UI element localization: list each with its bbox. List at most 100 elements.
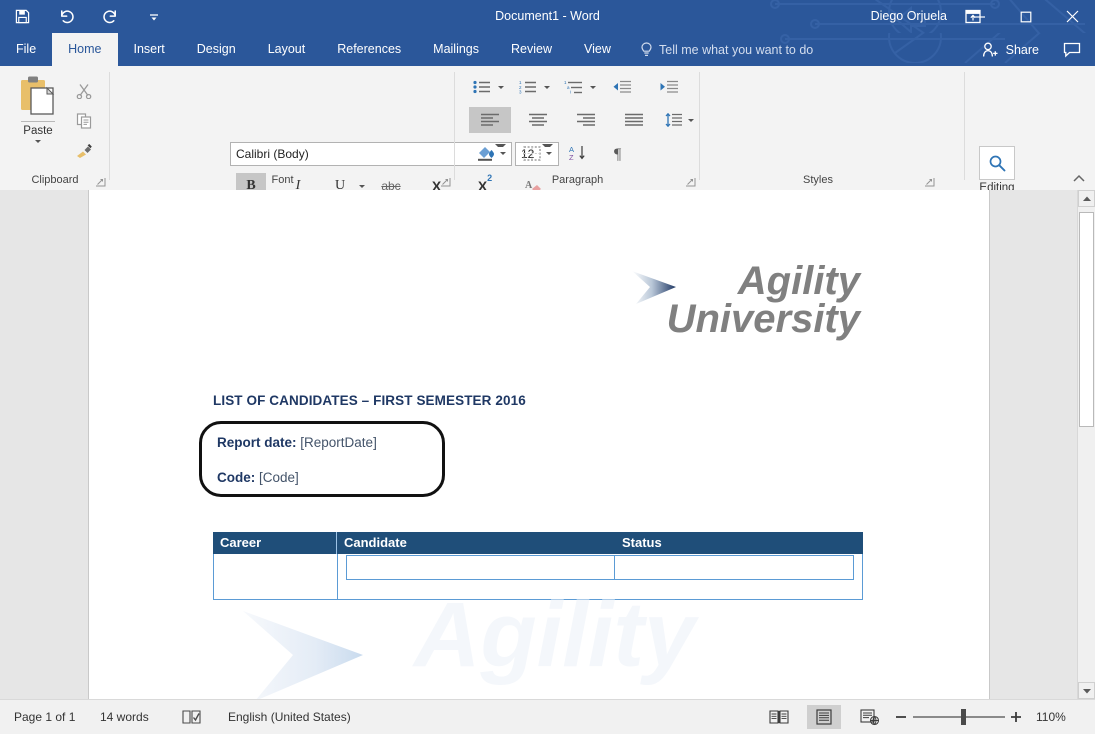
paste-dropdown-caret[interactable] xyxy=(35,140,41,143)
decrease-indent-icon xyxy=(613,80,631,93)
cut-button[interactable] xyxy=(70,78,98,104)
zoom-in-button[interactable] xyxy=(1008,709,1024,725)
borders-caret[interactable] xyxy=(543,140,555,166)
title-bar: Document1 - Word Diego Orjuela xyxy=(0,0,1095,33)
numbering-button[interactable]: 123 xyxy=(513,74,543,100)
table-cell-career[interactable] xyxy=(214,554,338,599)
word-count[interactable]: 14 words xyxy=(100,700,149,734)
group-label-font: Font xyxy=(271,174,294,186)
tab-mailings[interactable]: Mailings xyxy=(417,33,495,66)
report-date-value[interactable]: [ReportDate] xyxy=(300,435,377,450)
zoom-slider-track[interactable] xyxy=(913,716,1005,718)
copy-button[interactable] xyxy=(70,108,98,134)
show-formatting-marks-button[interactable]: ¶ xyxy=(605,140,635,166)
info-callout-box[interactable]: Report date: [ReportDate] Code: [Code] xyxy=(199,421,445,497)
tab-file[interactable]: File xyxy=(0,33,52,66)
read-mode-icon xyxy=(769,710,789,724)
multilevel-list-caret[interactable] xyxy=(587,74,599,100)
paste-button[interactable]: Paste xyxy=(10,74,66,162)
table-cell-group[interactable] xyxy=(338,554,862,599)
document-heading[interactable]: LIST OF CANDIDATES – FIRST SEMESTER 2016 xyxy=(213,393,526,408)
format-painter-button[interactable] xyxy=(70,138,98,164)
lightbulb-icon xyxy=(641,41,652,56)
table-cell-status[interactable] xyxy=(614,555,854,580)
view-read-mode-button[interactable] xyxy=(762,705,796,729)
vertical-scrollbar[interactable] xyxy=(1077,190,1095,699)
scroll-down-button[interactable] xyxy=(1078,682,1095,699)
line-spacing-caret[interactable] xyxy=(685,107,697,133)
share-button[interactable]: Share xyxy=(982,33,1039,66)
logo-text: Agility University xyxy=(667,261,860,339)
tab-view[interactable]: View xyxy=(568,33,627,66)
candidates-table[interactable]: Career Candidate Status xyxy=(213,532,863,600)
tab-review[interactable]: Review xyxy=(495,33,568,66)
zoom-slider-thumb[interactable] xyxy=(961,709,966,725)
table-header-career: Career xyxy=(213,532,337,554)
justify-button[interactable] xyxy=(613,107,655,133)
account-name[interactable]: Diego Orjuela xyxy=(871,0,947,33)
bullets-caret[interactable] xyxy=(495,74,507,100)
document-workspace[interactable]: Agility University LIST OF CANDIDATES – … xyxy=(0,190,1095,699)
clipboard-dialog-launcher[interactable] xyxy=(95,175,106,187)
styles-dialog-launcher[interactable] xyxy=(924,175,935,187)
sort-button[interactable]: AZ xyxy=(563,140,593,166)
scrollbar-thumb[interactable] xyxy=(1079,212,1094,427)
callout-code-line: Code: [Code] xyxy=(217,470,299,485)
close-button[interactable] xyxy=(1049,0,1095,33)
tab-layout[interactable]: Layout xyxy=(252,33,322,66)
increase-indent-button[interactable] xyxy=(654,74,684,100)
tab-home[interactable]: Home xyxy=(52,33,118,66)
group-label-paragraph: Paragraph xyxy=(551,174,604,186)
tab-design[interactable]: Design xyxy=(181,33,252,66)
font-dialog-launcher[interactable] xyxy=(440,175,451,187)
scroll-up-button[interactable] xyxy=(1078,190,1095,207)
person-add-icon xyxy=(982,42,998,57)
table-cell-candidate[interactable] xyxy=(346,555,614,580)
scissors-icon xyxy=(76,84,92,99)
redo-button[interactable] xyxy=(88,0,132,33)
comments-button[interactable] xyxy=(1063,33,1081,66)
multilevel-list-button[interactable]: 1ai xyxy=(559,74,589,100)
zoom-out-button[interactable] xyxy=(893,709,909,725)
zoom-level-label[interactable]: 110% xyxy=(1036,700,1066,734)
borders-icon xyxy=(523,145,541,161)
paragraph-dialog-launcher[interactable] xyxy=(685,175,696,187)
pilcrow-icon: ¶ xyxy=(614,146,622,161)
language-indicator[interactable]: English (United States) xyxy=(228,700,351,734)
decrease-indent-button[interactable] xyxy=(607,74,637,100)
save-button[interactable] xyxy=(0,0,44,33)
table-header-status: Status xyxy=(622,535,662,550)
align-left-button[interactable] xyxy=(469,107,511,133)
justify-icon xyxy=(625,113,643,126)
page-indicator[interactable]: Page 1 of 1 xyxy=(14,700,75,734)
group-label-styles: Styles xyxy=(803,174,833,186)
minimize-button[interactable] xyxy=(957,0,1003,33)
document-page[interactable]: Agility University LIST OF CANDIDATES – … xyxy=(88,190,990,699)
tell-me-label: Tell me what you want to do xyxy=(659,42,814,57)
tab-references[interactable]: References xyxy=(321,33,417,66)
tab-insert[interactable]: Insert xyxy=(118,33,181,66)
collapse-ribbon-button[interactable] xyxy=(1071,172,1087,186)
customize-quick-access-button[interactable] xyxy=(132,0,176,33)
code-label: Code: xyxy=(217,470,256,485)
view-web-layout-button[interactable] xyxy=(853,705,887,729)
sort-icon: AZ xyxy=(569,145,585,161)
view-print-layout-button[interactable] xyxy=(807,705,841,729)
paste-icon xyxy=(21,76,55,115)
maximize-button[interactable] xyxy=(1003,0,1049,33)
align-right-button[interactable] xyxy=(565,107,607,133)
numbering-caret[interactable] xyxy=(541,74,553,100)
tell-me-search[interactable]: Tell me what you want to do xyxy=(640,33,813,66)
svg-text:3: 3 xyxy=(519,90,522,95)
copy-icon xyxy=(76,113,92,129)
proofing-errors-icon[interactable] xyxy=(182,708,201,730)
code-value[interactable]: [Code] xyxy=(259,470,299,485)
bullets-button[interactable] xyxy=(467,74,497,100)
quick-access-toolbar xyxy=(0,0,176,33)
center-button[interactable] xyxy=(517,107,559,133)
table-row[interactable] xyxy=(213,554,863,600)
shading-caret[interactable] xyxy=(497,140,509,166)
word-application-window: Document1 - Word Diego Orjuela File Home… xyxy=(0,0,1095,734)
agility-university-logo: Agility University xyxy=(630,261,860,357)
undo-button[interactable] xyxy=(44,0,88,33)
